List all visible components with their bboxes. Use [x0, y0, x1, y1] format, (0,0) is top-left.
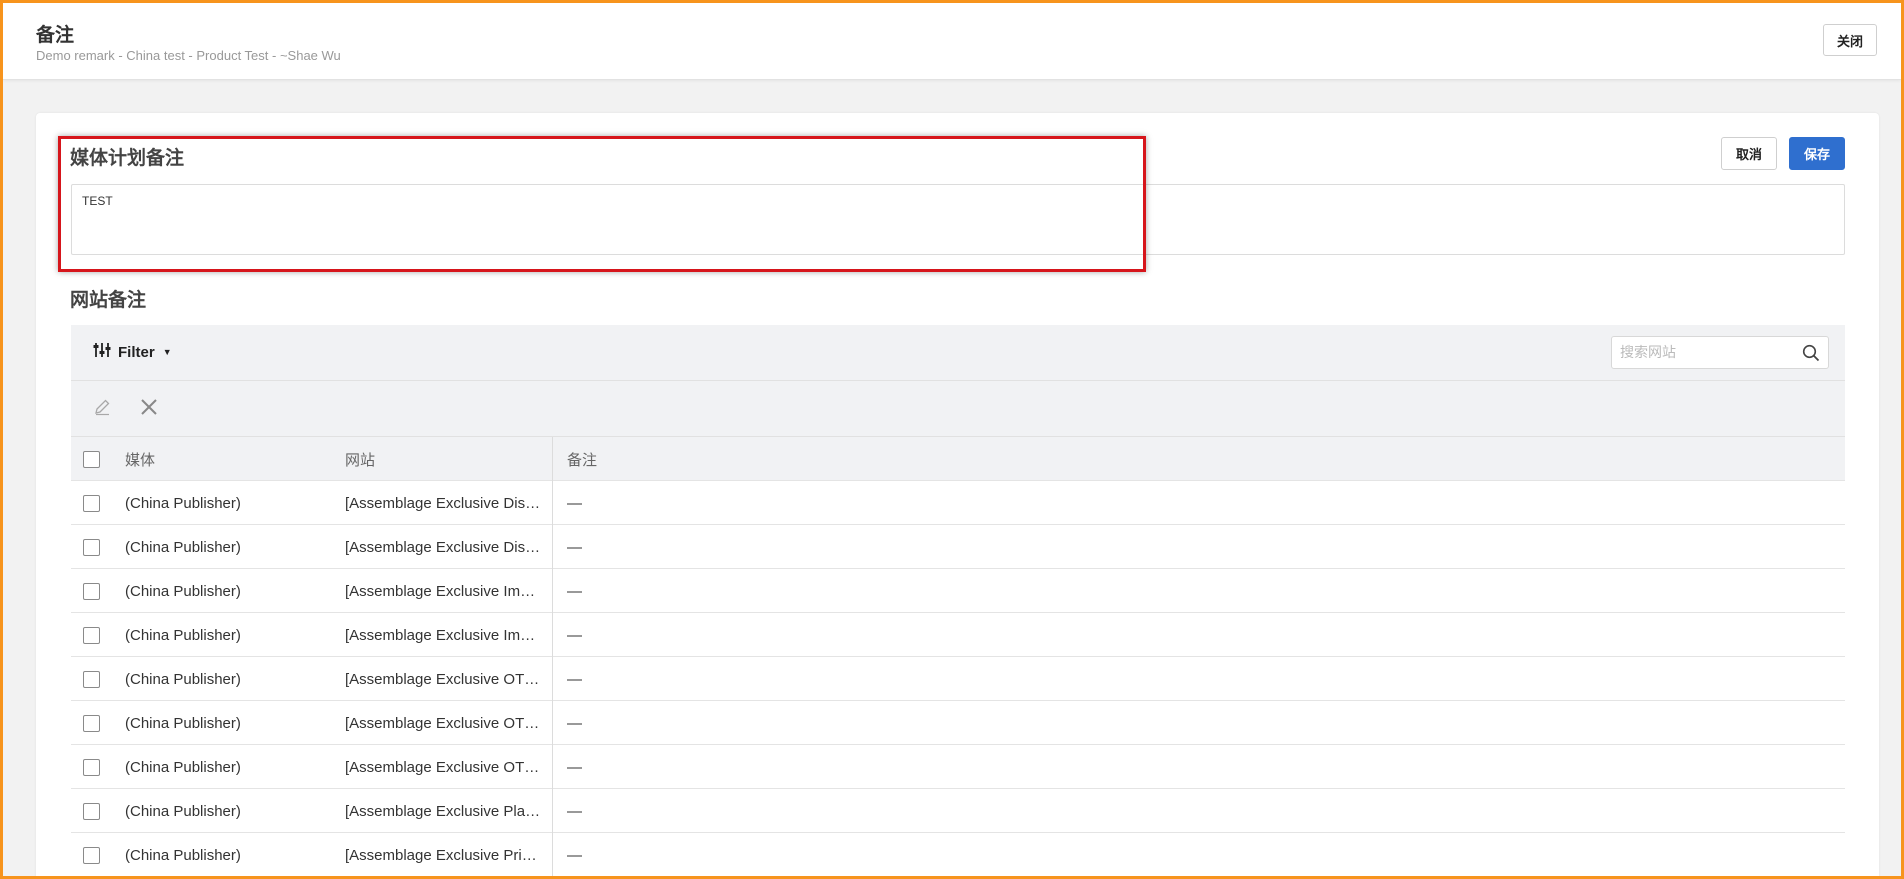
- filter-button[interactable]: Filter ▼: [93, 342, 172, 362]
- save-button[interactable]: 保存: [1789, 137, 1845, 170]
- media-plan-remark-value: TEST: [82, 194, 113, 208]
- cell-media: (China Publisher): [125, 626, 241, 644]
- row-action-bar: [71, 381, 1845, 437]
- table-row[interactable]: (China Publisher) [Assemblage Exclusive P…: [71, 789, 1845, 833]
- site-search-box[interactable]: [1611, 336, 1829, 369]
- cell-media: (China Publisher): [125, 846, 241, 864]
- select-all-checkbox[interactable]: [83, 450, 100, 468]
- table-row[interactable]: (China Publisher) [Assemblage Exclusive D…: [71, 525, 1845, 569]
- top-header: 备注 Demo remark - China test - Product Te…: [3, 3, 1901, 80]
- row-checkbox[interactable]: [83, 714, 100, 732]
- column-divider: [552, 613, 553, 657]
- cell-media: (China Publisher): [125, 494, 241, 512]
- row-checkbox[interactable]: [83, 846, 100, 864]
- cell-note[interactable]: —: [567, 745, 1767, 789]
- cancel-button[interactable]: 取消: [1721, 137, 1777, 170]
- row-checkbox[interactable]: [83, 582, 100, 600]
- close-button[interactable]: 关闭: [1823, 24, 1877, 56]
- row-checkbox-cell: [83, 789, 103, 833]
- column-header-media[interactable]: 媒体: [125, 437, 335, 481]
- row-checkbox[interactable]: [83, 802, 100, 820]
- table-row[interactable]: (China Publisher) [Assemblage Exclusive O…: [71, 745, 1845, 789]
- cell-note[interactable]: —: [567, 701, 1767, 745]
- table-row[interactable]: (China Publisher) [Assemblage Exclusive O…: [71, 657, 1845, 701]
- select-all-cell: [83, 437, 103, 481]
- column-header-note[interactable]: 备注: [567, 437, 1767, 481]
- row-checkbox-cell: [83, 657, 103, 701]
- table-row[interactable]: (China Publisher) [Assemblage Exclusive P…: [71, 833, 1845, 876]
- filter-bar: Filter ▼: [71, 325, 1845, 381]
- row-checkbox[interactable]: [83, 538, 100, 556]
- cell-note[interactable]: —: [567, 789, 1767, 833]
- column-divider: [552, 569, 553, 613]
- row-checkbox[interactable]: [83, 758, 100, 776]
- site-search-input[interactable]: [1620, 343, 1790, 363]
- media-plan-remark-textarea[interactable]: TEST: [71, 184, 1845, 255]
- page-title: 备注: [36, 25, 75, 46]
- cell-media: (China Publisher): [125, 758, 241, 776]
- sliders-icon: [93, 342, 111, 362]
- column-divider: [552, 745, 553, 789]
- cell-note[interactable]: —: [567, 833, 1767, 876]
- site-remark-title: 网站备注: [70, 289, 147, 311]
- cell-media: (China Publisher): [125, 582, 241, 600]
- column-divider: [552, 789, 553, 833]
- page-subtitle: Demo remark - China test - Product Test …: [36, 48, 341, 63]
- cell-media: (China Publisher): [125, 802, 241, 820]
- search-icon[interactable]: [1802, 344, 1820, 367]
- column-divider: [552, 701, 553, 745]
- table-row[interactable]: (China Publisher) [Assemblage Exclusive I…: [71, 613, 1845, 657]
- cell-note[interactable]: —: [567, 613, 1767, 657]
- row-checkbox[interactable]: [83, 626, 100, 644]
- column-divider: [552, 833, 553, 876]
- table-row[interactable]: (China Publisher) [Assemblage Exclusive O…: [71, 701, 1845, 745]
- row-checkbox-cell: [83, 833, 103, 876]
- window-frame: 备注 Demo remark - China test - Product Te…: [0, 0, 1904, 879]
- column-divider[interactable]: [552, 437, 553, 481]
- cell-note[interactable]: —: [567, 569, 1767, 613]
- chevron-down-icon: ▼: [162, 347, 172, 357]
- cell-note[interactable]: —: [567, 481, 1767, 525]
- close-icon[interactable]: [140, 398, 158, 421]
- row-checkbox-cell: [83, 569, 103, 613]
- row-checkbox[interactable]: [83, 670, 100, 688]
- filter-label: Filter: [118, 343, 155, 361]
- table-header-row: 媒体 网站 备注: [71, 437, 1845, 481]
- column-divider: [552, 525, 553, 569]
- media-plan-remark-title: 媒体计划备注: [70, 147, 185, 169]
- cell-media: (China Publisher): [125, 714, 241, 732]
- column-divider: [552, 481, 553, 525]
- cell-note[interactable]: —: [567, 657, 1767, 701]
- row-checkbox-cell: [83, 613, 103, 657]
- site-remark-table: 媒体 网站 备注 (China Publisher) [Assemblage Ex…: [71, 437, 1845, 876]
- row-checkbox[interactable]: [83, 494, 100, 512]
- cell-note[interactable]: —: [567, 525, 1767, 569]
- row-checkbox-cell: [83, 525, 103, 569]
- cell-media: (China Publisher): [125, 670, 241, 688]
- cell-media: (China Publisher): [125, 538, 241, 556]
- row-checkbox-cell: [83, 745, 103, 789]
- row-checkbox-cell: [83, 701, 103, 745]
- pencil-icon[interactable]: [93, 398, 111, 421]
- column-divider: [552, 657, 553, 701]
- table-row[interactable]: (China Publisher) [Assemblage Exclusive D…: [71, 481, 1845, 525]
- table-row[interactable]: (China Publisher) [Assemblage Exclusive I…: [71, 569, 1845, 613]
- row-checkbox-cell: [83, 481, 103, 525]
